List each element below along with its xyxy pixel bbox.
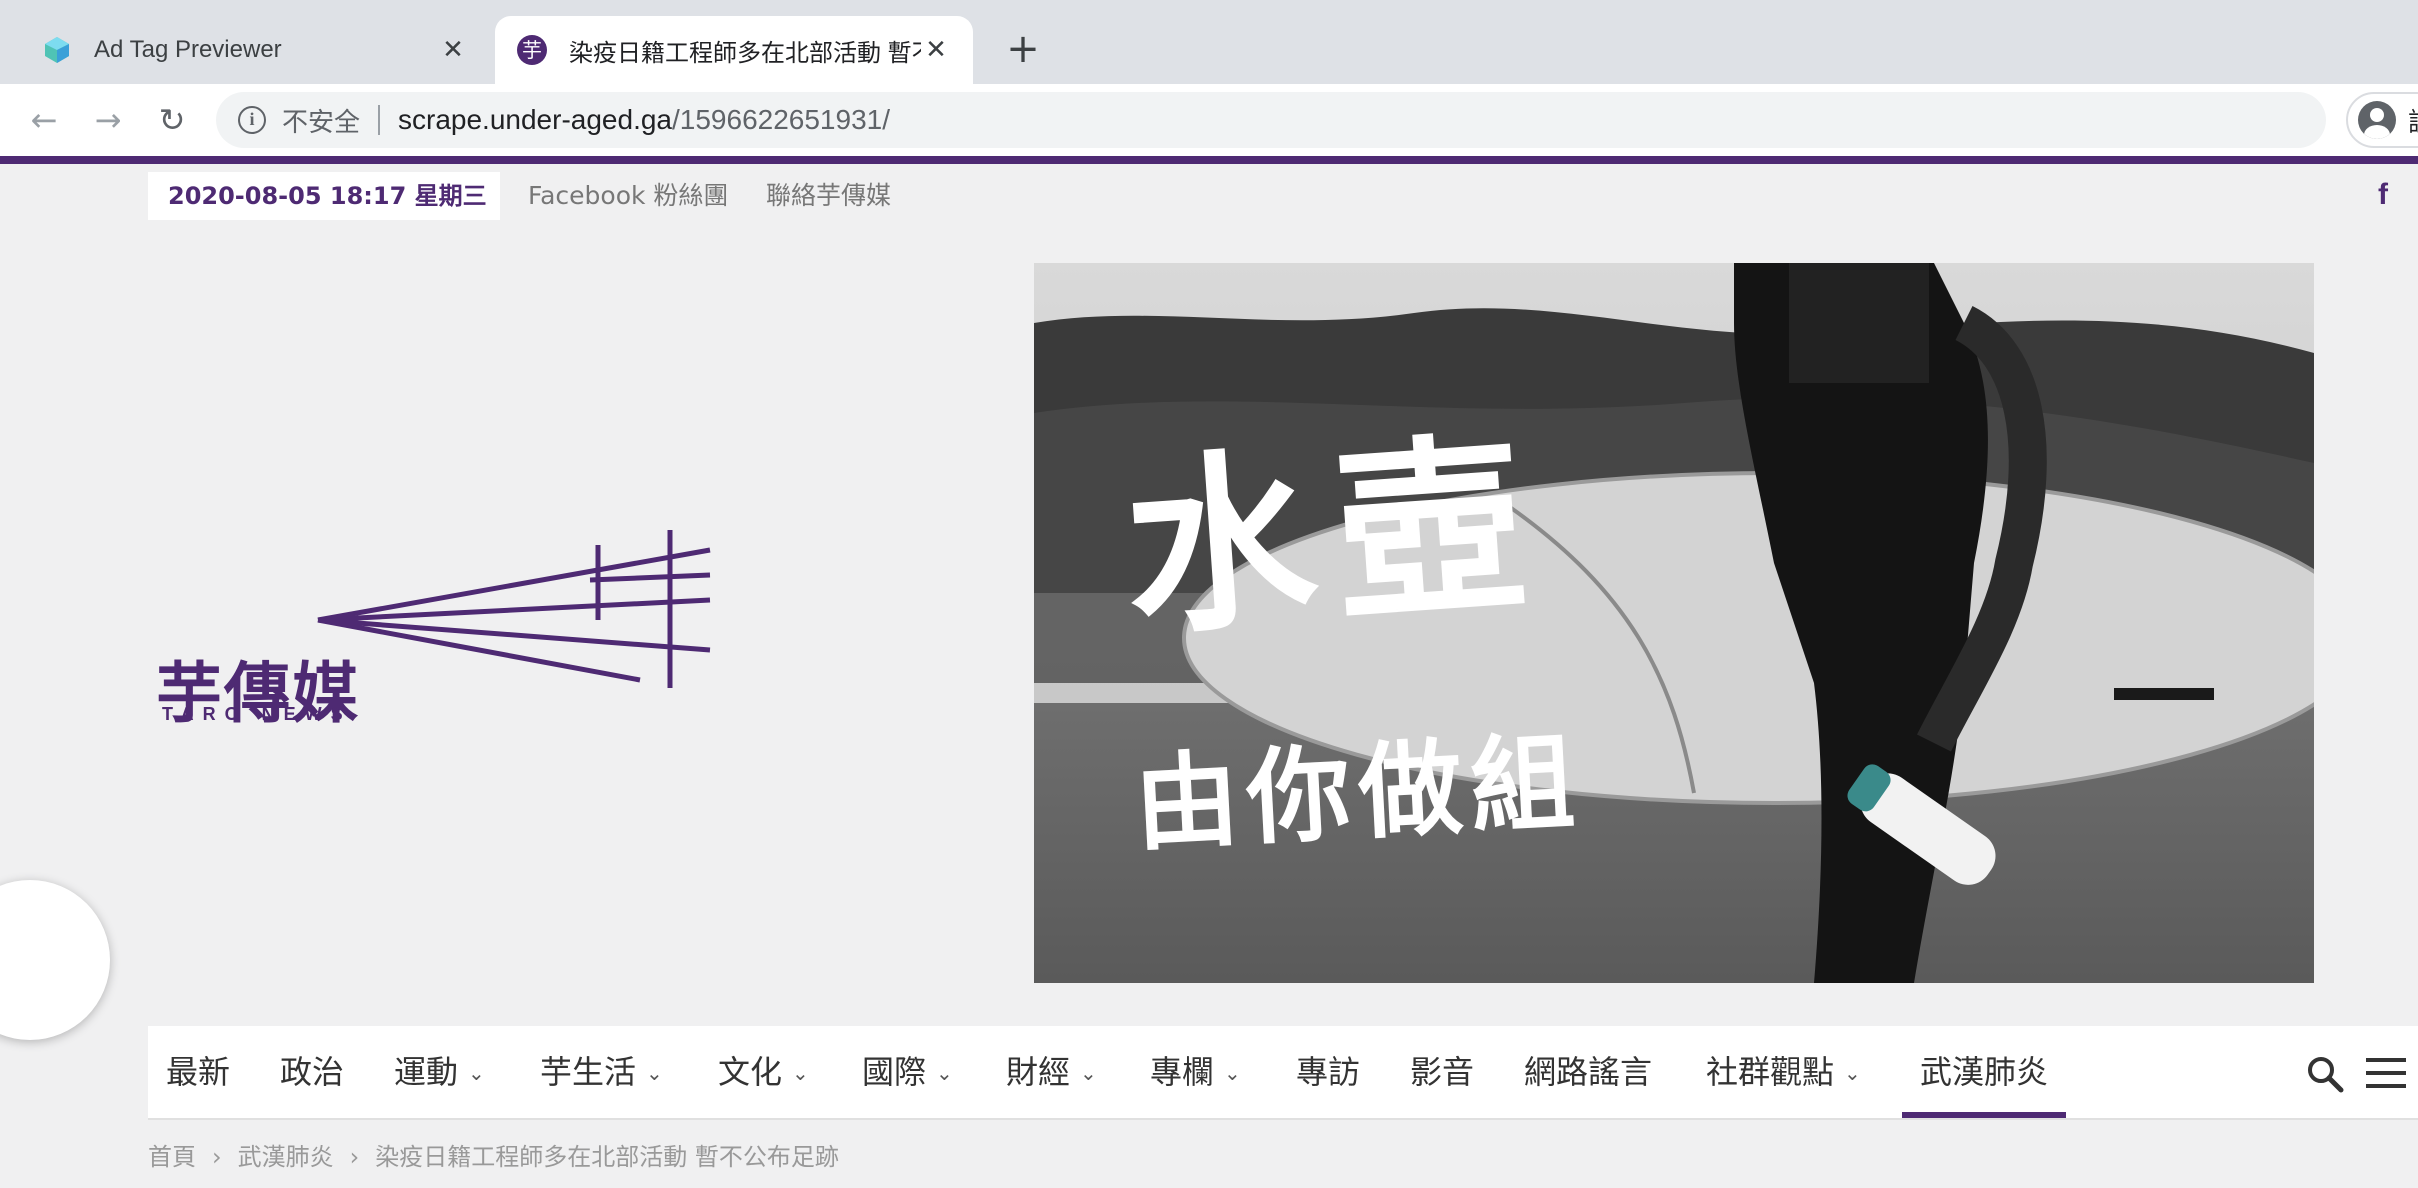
url-host[interactable]: scrape.under-aged.ga [398, 104, 672, 136]
omnibox-divider [378, 105, 381, 135]
tab-title: Ad Tag Previewer [94, 36, 282, 63]
forward-arrow-icon[interactable]: → [88, 100, 128, 140]
nav-item-politics[interactable]: 政治 [280, 1026, 344, 1118]
banner-headline: 水壺 [1117, 410, 1553, 663]
nav-item-video[interactable]: 影音 [1410, 1026, 1474, 1118]
ad-banner[interactable]: 水壺 由你做組 [1034, 263, 2314, 983]
info-icon[interactable]: i [238, 106, 266, 134]
search-icon[interactable] [2305, 1054, 2345, 1094]
tab-title: 染疫日籍工程師多在北部活動 暫不公布足跡 [569, 39, 921, 67]
chevron-down-icon: ⌄ [1224, 1061, 1241, 1085]
nav-item-latest[interactable]: 最新 [166, 1026, 230, 1118]
facebook-fanpage-link[interactable]: Facebook 粉絲團 [528, 172, 728, 220]
nav-item-international[interactable]: 國際 ⌄ [862, 1026, 953, 1118]
hamburger-menu-icon[interactable] [2366, 1056, 2406, 1090]
nav-item-sports[interactable]: 運動 ⌄ [394, 1026, 485, 1118]
url-path[interactable]: /1596622651931/ [672, 104, 890, 136]
new-tab-plus-icon[interactable]: + [1000, 26, 1046, 72]
nav-item-social-views[interactable]: 社群觀點 ⌄ [1706, 1026, 1861, 1118]
nav-item-interviews[interactable]: 專訪 [1296, 1026, 1360, 1118]
facebook-icon[interactable]: f [2378, 178, 2388, 212]
nav-item-culture[interactable]: 文化 ⌄ [718, 1026, 809, 1118]
site-logo[interactable]: 芋傳媒 TARO NEWS [150, 520, 720, 732]
profile-button[interactable]: 訪 [2346, 92, 2418, 148]
profile-label: 訪 [2408, 102, 2418, 139]
nav-item-wuhan-pneumonia[interactable]: 武漢肺炎 [1902, 1026, 2067, 1118]
breadcrumb: 首頁 › 武漢肺炎 › 染疫日籍工程師多在北部活動 暫不公布足跡 [148, 1140, 839, 1174]
logo-name-en: TARO NEWS [162, 704, 352, 724]
taro-news-favicon: 芋 [517, 35, 547, 65]
breadcrumb-separator: › [212, 1143, 222, 1171]
chevron-down-icon: ⌄ [936, 1061, 953, 1085]
breadcrumb-category[interactable]: 武漢肺炎 [238, 1143, 334, 1171]
nav-item-rumors[interactable]: 網路謠言 [1524, 1026, 1652, 1118]
nav-item-taro-life[interactable]: 芋生活 ⌄ [540, 1026, 663, 1118]
breadcrumb-current: 染疫日籍工程師多在北部活動 暫不公布足跡 [375, 1143, 839, 1171]
profile-avatar-icon [2358, 101, 2396, 139]
site-top-rule [0, 156, 2418, 164]
current-datetime: 2020-08-05 18:17 星期三 [148, 172, 500, 220]
nav-item-finance[interactable]: 財經 ⌄ [1006, 1026, 1097, 1118]
security-label[interactable]: 不安全 [282, 102, 360, 139]
back-arrow-icon[interactable]: ← [24, 100, 64, 140]
contact-link[interactable]: 聯絡芋傳媒 [766, 172, 891, 220]
banner-subline: 由你做組 [1131, 719, 1586, 866]
tab-taro-news[interactable]: 芋 染疫日籍工程師多在北部活動 暫不公布足跡 ✕ [495, 16, 973, 84]
chevron-down-icon: ⌄ [1844, 1061, 1861, 1085]
ad-tag-previewer-favicon [45, 37, 69, 63]
chevron-down-icon: ⌄ [1080, 1061, 1097, 1085]
address-bar[interactable]: i 不安全 scrape.under-aged.ga/1596622651931… [216, 92, 2326, 148]
close-icon[interactable]: ✕ [921, 35, 951, 65]
close-icon[interactable]: ✕ [438, 35, 468, 65]
breadcrumb-home[interactable]: 首頁 [148, 1143, 196, 1171]
floating-action-button[interactable] [0, 880, 110, 1040]
browser-tabstrip: Ad Tag Previewer ✕ 芋 染疫日籍工程師多在北部活動 暫不公布足… [0, 0, 2418, 84]
chevron-down-icon: ⌄ [468, 1061, 485, 1085]
nav-item-columns[interactable]: 專欄 ⌄ [1150, 1026, 1241, 1118]
svg-text:芋: 芋 [522, 38, 542, 62]
reload-icon[interactable]: ↻ [152, 100, 192, 140]
chevron-down-icon: ⌄ [646, 1061, 663, 1085]
breadcrumb-separator: › [349, 1143, 360, 1171]
main-nav: 最新 政治 運動 ⌄ 芋生活 ⌄ 文化 ⌄ 國際 ⌄ 財經 ⌄ 專欄 ⌄ 專訪 影音 網路謠… [148, 1026, 2418, 1120]
browser-toolbar: ← → ↻ i 不安全 scrape.under-aged.ga/1596622… [0, 84, 2418, 156]
tab-ad-tag-previewer[interactable]: Ad Tag Previewer ✕ [20, 16, 490, 84]
chevron-down-icon: ⌄ [792, 1061, 809, 1085]
